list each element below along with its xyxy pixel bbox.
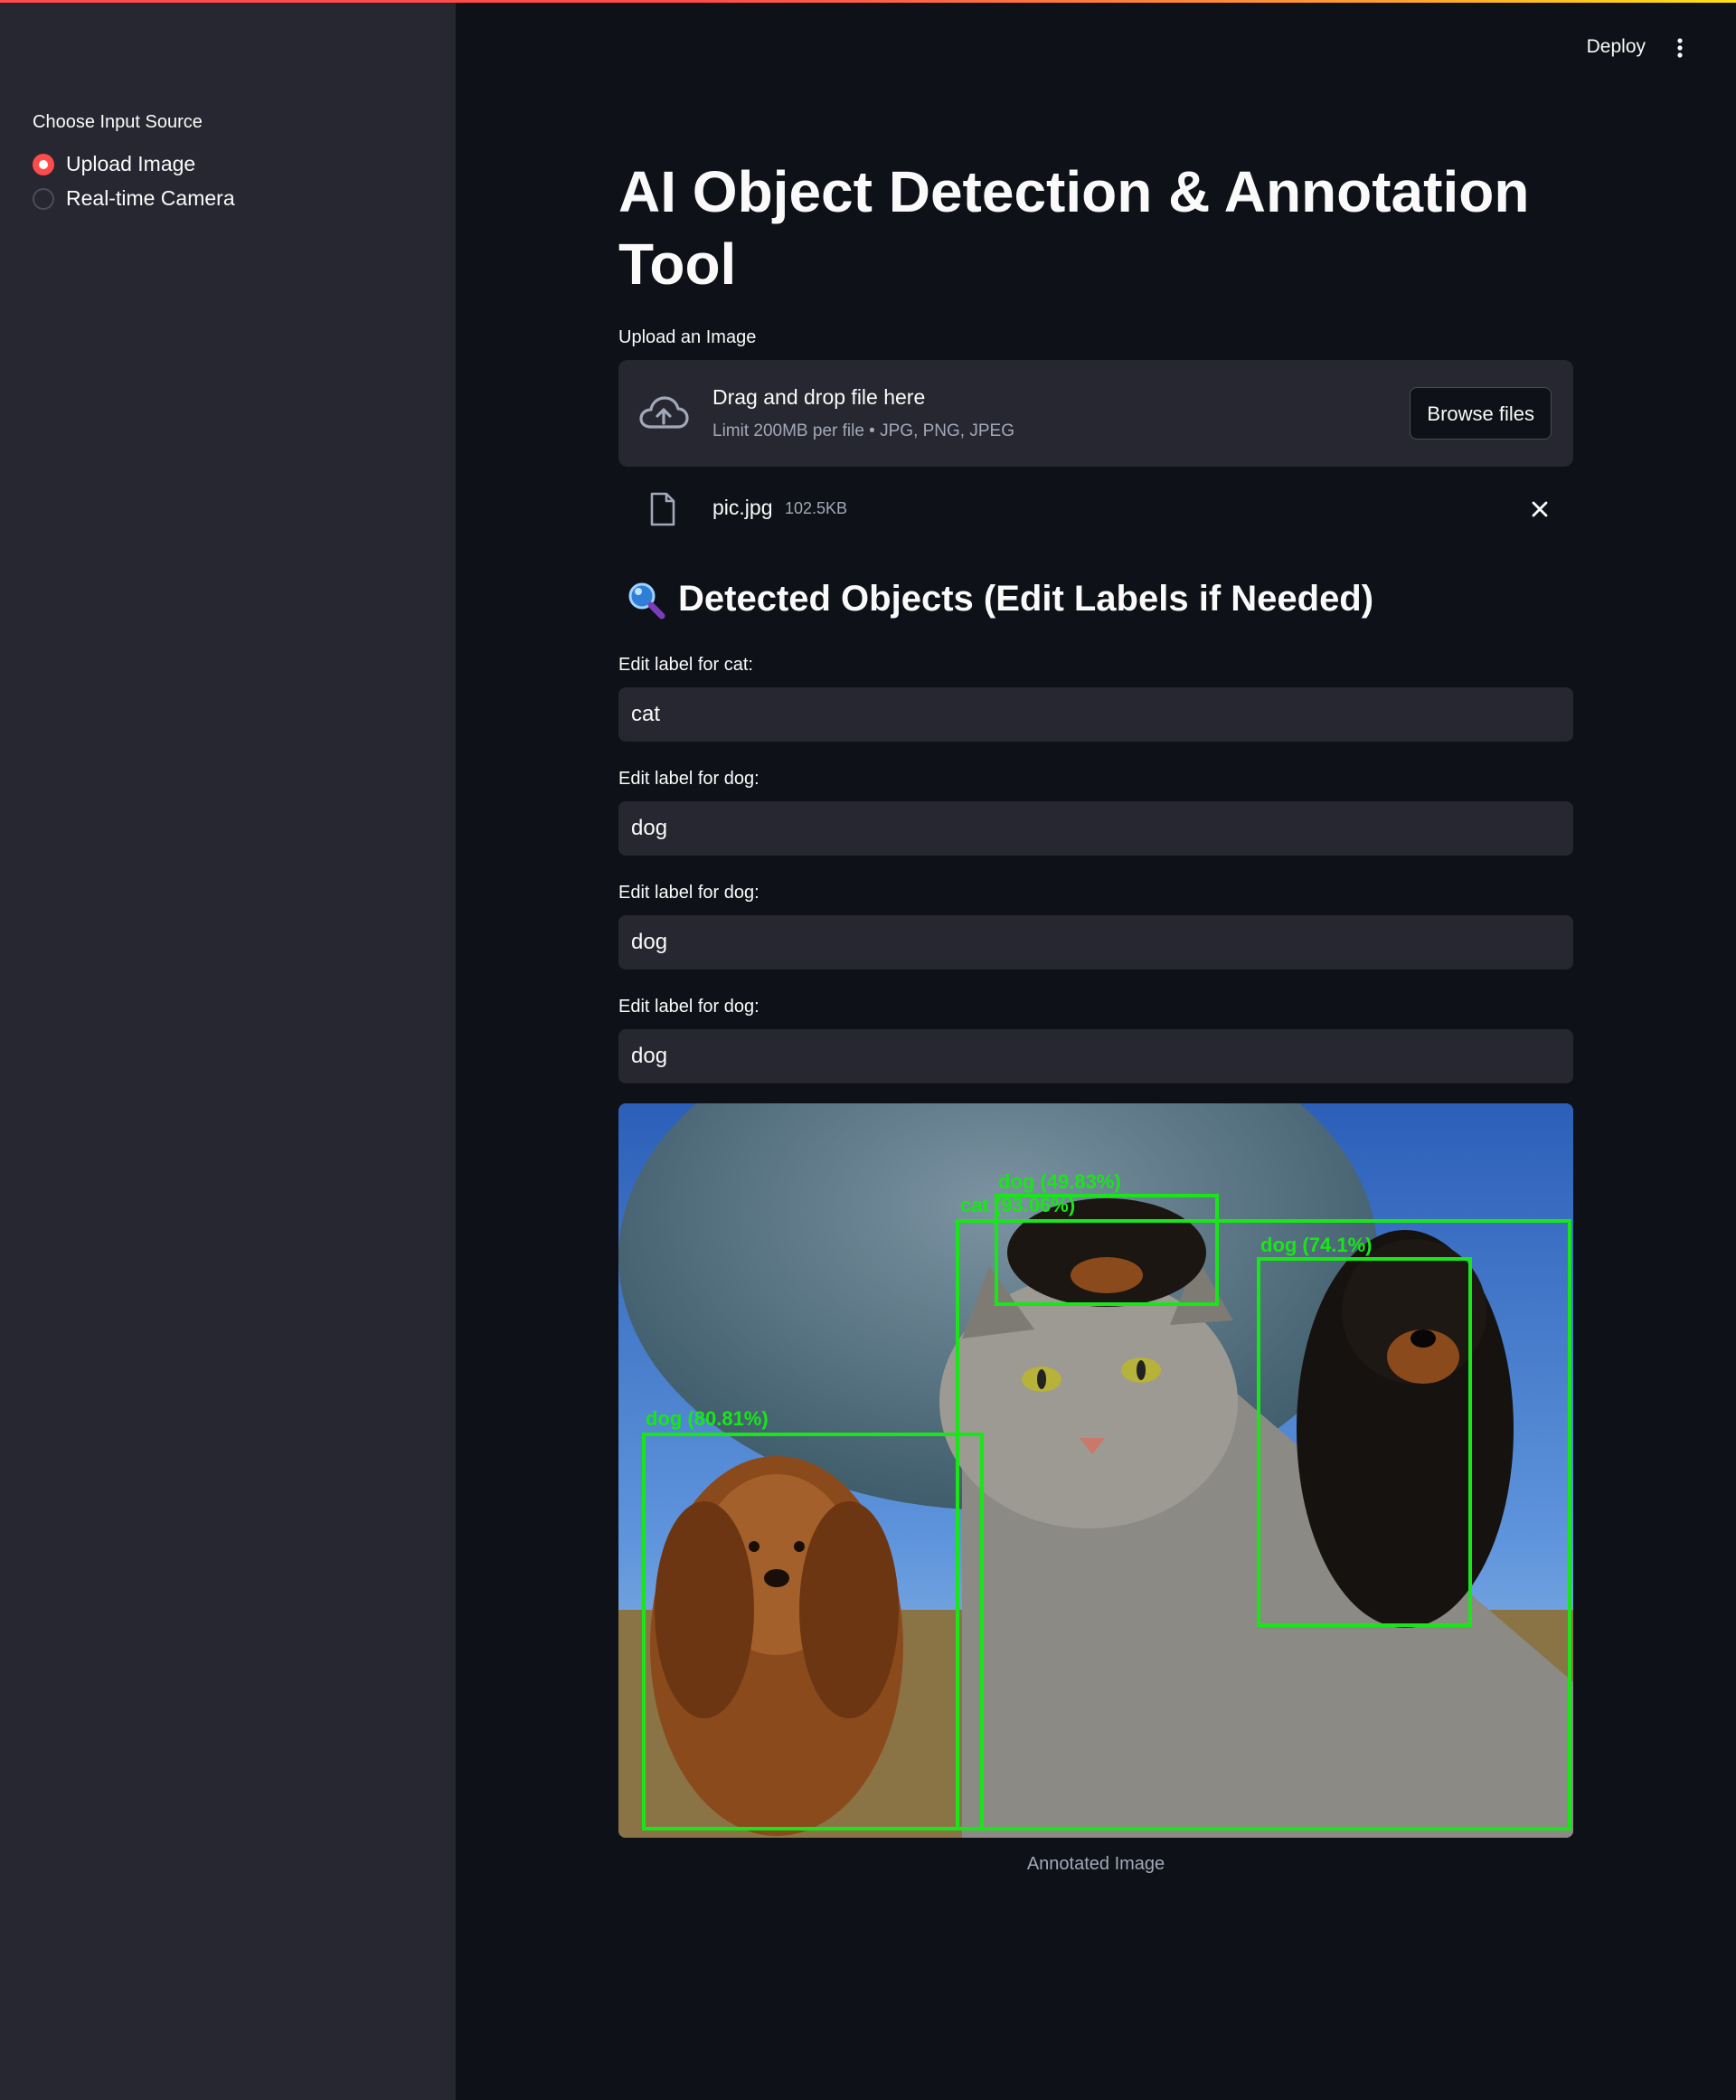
detection-label: dog (80.81%) [646, 1407, 769, 1430]
edit-label-caption: Edit label for dog: [618, 883, 760, 903]
label-input-cat[interactable] [618, 687, 1573, 742]
page-title: AI Object Detection & Annotation Tool [618, 159, 1530, 297]
label-input-dog[interactable] [618, 1029, 1573, 1083]
deploy-button[interactable]: Deploy [1587, 36, 1646, 58]
label-input-dog[interactable] [618, 915, 1573, 970]
radio-real-time-camera[interactable]: Real-time Camera [33, 186, 235, 211]
dropzone-title: Drag and drop file here [712, 385, 926, 409]
uploaded-file-size: 102.5KB [785, 499, 848, 517]
edit-label-caption: Edit label for cat: [618, 655, 753, 675]
close-icon[interactable] [1530, 499, 1550, 519]
uploaded-file-name: pic.jpg [712, 496, 773, 519]
uploader-label: Upload an Image [618, 327, 757, 347]
detected-objects-heading: Detected Objects (Edit Labels if Needed) [626, 579, 1373, 620]
radio-unselected-icon [33, 187, 54, 210]
detection-label: dog (49.83%) [998, 1170, 1121, 1193]
uploaded-file-row: pic.jpg 102.5KB [618, 479, 1573, 539]
edit-label-caption: Edit label for dog: [618, 997, 760, 1017]
file-dropzone[interactable]: Drag and drop file here Limit 200MB per … [618, 360, 1573, 467]
label-input-dog[interactable] [618, 801, 1573, 856]
top-accent-bar [0, 0, 1736, 3]
browse-files-button[interactable]: Browse files [1410, 387, 1552, 440]
input-source-label: Choose Input Source [33, 112, 203, 132]
radio-selected-icon [33, 153, 54, 175]
annotated-image: dog (49.83%) cat (93.06%) dog (74.1%) do… [618, 1103, 1573, 1838]
sidebar: Choose Input Source Upload Image Real-ti… [0, 0, 456, 2100]
edit-label-caption: Edit label for dog: [618, 769, 760, 789]
detected-objects-title: Detected Objects (Edit Labels if Needed) [678, 579, 1374, 619]
dropzone-limit: Limit 200MB per file • JPG, PNG, JPEG [712, 421, 1014, 440]
annotated-photo: dog (49.83%) cat (93.06%) dog (74.1%) do… [618, 1103, 1573, 1838]
radio-label-real-time-camera: Real-time Camera [66, 186, 235, 210]
more-vertical-icon[interactable] [1671, 34, 1689, 61]
detection-label: dog (74.1%) [1260, 1234, 1372, 1256]
cloud-upload-icon [639, 396, 689, 429]
image-caption: Annotated Image [1026, 1854, 1165, 1874]
radio-upload-image[interactable]: Upload Image [33, 152, 195, 176]
file-icon [650, 492, 675, 526]
magnifying-glass-icon [628, 582, 665, 619]
radio-label-upload-image: Upload Image [66, 152, 196, 175]
detection-label: cat (93.06%) [960, 1194, 1075, 1216]
